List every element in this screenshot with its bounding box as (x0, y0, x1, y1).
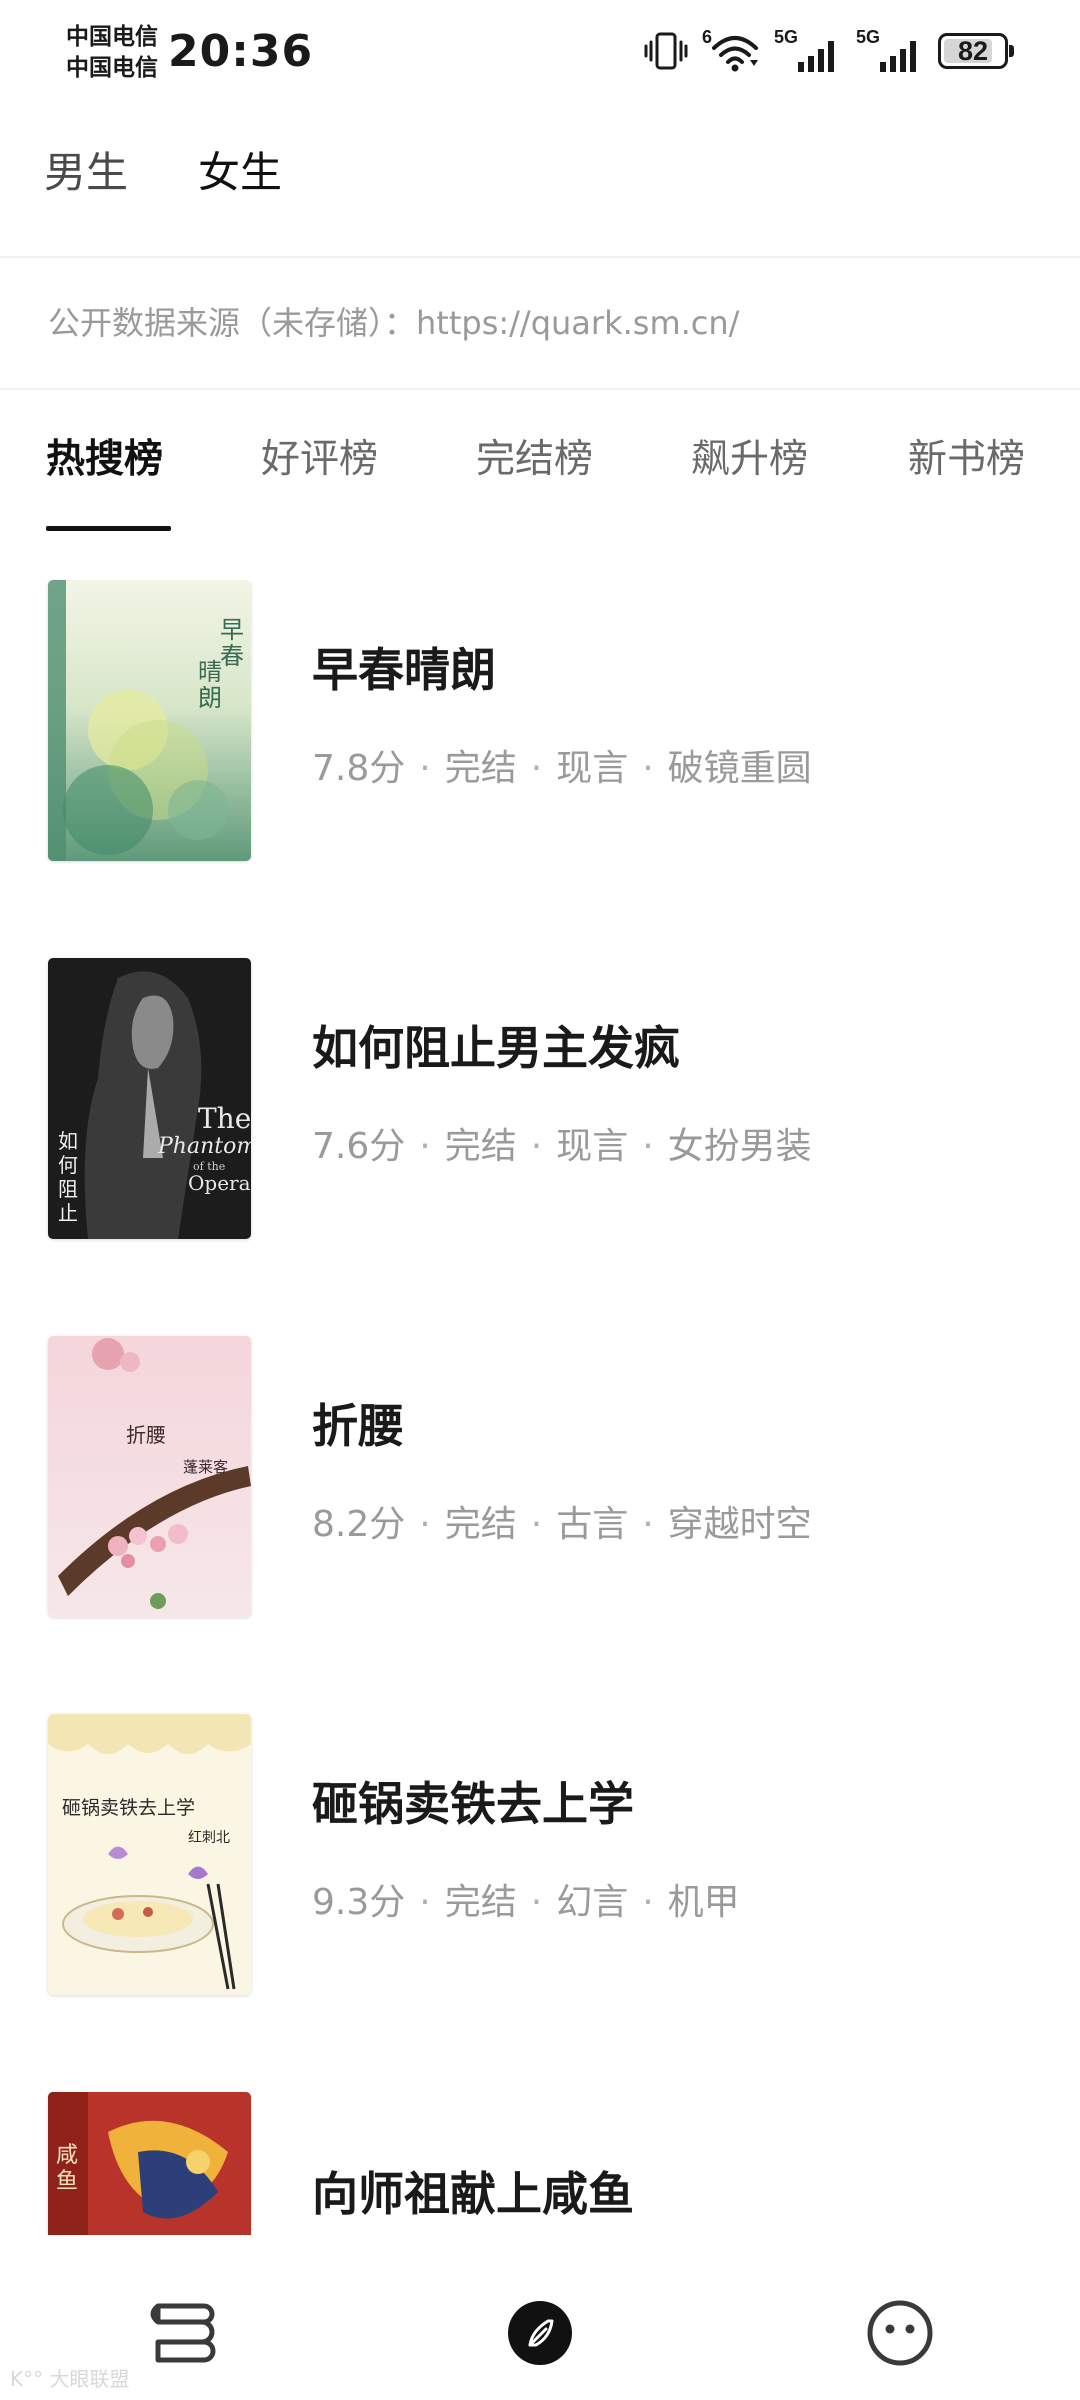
book-item[interactable]: 折腰 蓬莱客 折腰 8.2分 · 完结 · 古言 · 穿越时空 (0, 1336, 1080, 1636)
book-meta: 7.8分 · 完结 · 现言 · 破镜重圆 (312, 748, 812, 789)
status-icons: 6 5G 5G 82 (644, 26, 1014, 76)
watermark-logo-icon: K°° (10, 2367, 44, 2391)
book-item[interactable]: 早 春 晴 朗 早春晴朗 7.8分 · 完结 · 现言 · 破镜重圆 (0, 580, 1080, 880)
book-meta: 8.2分 · 完结 · 古言 · 穿越时空 (312, 1504, 812, 1545)
svg-text:鱼: 鱼 (56, 2169, 78, 2194)
svg-text:如: 如 (58, 1129, 78, 1153)
book-title[interactable]: 折腰 (312, 1394, 404, 1458)
signal-bars-icon (798, 41, 834, 72)
book-tag: 穿越时空 (667, 1504, 812, 1545)
svg-text:阻: 阻 (58, 1177, 78, 1201)
book-item[interactable]: 砸锅卖铁去上学 红刺北 砸锅卖铁去上学 9.3分 · 完结 · 幻言 · 机甲 (0, 1714, 1080, 2014)
book-title[interactable]: 早春晴朗 (312, 638, 496, 702)
book-category: 现言 (556, 748, 629, 789)
data-source-notice: 公开数据来源（未存储）：https://quark.sm.cn/ (48, 304, 740, 342)
carrier-labels: 中国电信 中国电信 (66, 22, 158, 84)
cover-art-xianyu: 咸 鱼 (48, 2092, 251, 2235)
book-title[interactable]: 如何阻止男主发疯 (312, 1016, 680, 1080)
book-item[interactable]: 咸 鱼 向师祖献上咸鱼 (0, 2092, 1080, 2235)
cover-en-title-2: Phantom (157, 1134, 251, 1159)
battery-indicator: 82 (938, 33, 1014, 69)
book-category: 现言 (556, 1126, 629, 1167)
tab-rising[interactable]: 飙升榜 (691, 430, 808, 490)
carrier-2-label: 中国电信 (66, 55, 158, 81)
cover-art-zheyao: 折腰 蓬莱客 (48, 1336, 251, 1617)
signal-bars-icon (880, 41, 916, 72)
svg-text:何: 何 (58, 1153, 78, 1177)
sim2-signal: 5G (856, 28, 924, 74)
book-cover[interactable]: 咸 鱼 (48, 2092, 251, 2235)
profile-face-icon (867, 2300, 933, 2366)
watermark: K°° 大眼联盟 (10, 2366, 129, 2392)
book-cover[interactable]: The Phantom of the Opera 如 何 阻 止 (48, 958, 251, 1239)
cover-en-title-4: Opera (188, 1171, 251, 1195)
book-score: 7.6分 (312, 1126, 406, 1167)
book-cover[interactable]: 早 春 晴 朗 (48, 580, 251, 861)
compass-icon (508, 2301, 572, 2365)
book-tag: 机甲 (667, 1882, 740, 1923)
svg-text:春: 春 (220, 642, 244, 670)
sim2-network-tag: 5G (856, 27, 881, 47)
battery-level: 82 (957, 36, 989, 66)
cover-art-early-spring: 早 春 晴 朗 (48, 580, 251, 861)
status-bar: 中国电信 中国电信 20:36 6 5G 5G 82 (0, 0, 1080, 104)
cover-title-text: 砸锅卖铁去上学 (62, 1797, 195, 1819)
svg-text:咸: 咸 (56, 2143, 78, 2168)
book-score: 9.3分 (312, 1882, 406, 1923)
svg-text:朗: 朗 (198, 684, 222, 712)
book-tag: 女扮男装 (667, 1126, 812, 1167)
book-score: 7.8分 (312, 748, 406, 789)
book-category: 幻言 (556, 1882, 629, 1923)
ranking-tabs: 热搜榜 好评榜 完结榜 飙升榜 新书榜 (46, 430, 1056, 531)
cover-en-title-1: The (198, 1102, 251, 1135)
svg-text:止: 止 (58, 1201, 78, 1225)
sim1-network-tag: 5G (774, 27, 799, 47)
book-cover[interactable]: 砸锅卖铁去上学 红刺北 (48, 1714, 251, 1995)
book-tag: 破镜重圆 (667, 748, 812, 789)
book-meta: 7.6分 · 完结 · 现言 · 女扮男装 (312, 1126, 812, 1167)
book-title[interactable]: 向师祖献上咸鱼 (312, 2162, 634, 2226)
book-item[interactable]: The Phantom of the Opera 如 何 阻 止 如何阻止男主发… (0, 958, 1080, 1258)
tab-new-books[interactable]: 新书榜 (908, 430, 1025, 490)
cover-art-phantom: The Phantom of the Opera 如 何 阻 止 (48, 958, 251, 1239)
svg-text:晴: 晴 (198, 658, 222, 686)
active-tab-indicator (46, 526, 171, 531)
book-list: 早 春 晴 朗 早春晴朗 7.8分 · 完结 · 现言 · 破镜重圆 The Phantom… (0, 580, 1080, 2235)
wifi-icon (712, 36, 758, 72)
nav-profile[interactable] (860, 2293, 940, 2373)
divider (0, 256, 1080, 258)
cover-title-text: 折腰 (126, 1423, 166, 1447)
cover-art-zaguo: 砸锅卖铁去上学 红刺北 (48, 1714, 251, 1995)
vibrate-icon (644, 32, 688, 70)
tab-male[interactable]: 男生 (44, 142, 128, 204)
bookshelf-icon (150, 2303, 216, 2363)
cover-title-text: 早 (220, 616, 244, 644)
tab-hot-search[interactable]: 热搜榜 (46, 430, 163, 490)
wifi-status: 6 (702, 28, 760, 74)
tab-completed[interactable]: 完结榜 (476, 430, 593, 490)
tab-female[interactable]: 女生 (198, 142, 282, 204)
tab-top-rated[interactable]: 好评榜 (261, 430, 378, 490)
book-status: 完结 (444, 1126, 517, 1167)
cover-author-text: 红刺北 (188, 1830, 230, 1846)
book-title[interactable]: 砸锅卖铁去上学 (312, 1772, 634, 1836)
book-status: 完结 (444, 1504, 517, 1545)
book-category: 古言 (556, 1504, 629, 1545)
carrier-1-label: 中国电信 (66, 24, 158, 50)
nav-discover[interactable] (500, 2293, 580, 2373)
watermark-text: 大眼联盟 (49, 2367, 130, 2391)
book-status: 完结 (444, 748, 517, 789)
status-time: 20:36 (168, 26, 314, 77)
nav-bookshelf[interactable] (140, 2293, 220, 2373)
book-cover[interactable]: 折腰 蓬莱客 (48, 1336, 251, 1617)
cover-author-text: 蓬莱客 (183, 1458, 228, 1476)
gender-tabs: 男生 女生 (44, 142, 282, 204)
book-status: 完结 (444, 1882, 517, 1923)
book-meta: 9.3分 · 完结 · 幻言 · 机甲 (312, 1882, 740, 1923)
book-score: 8.2分 (312, 1504, 406, 1545)
bottom-navigation (0, 2235, 1080, 2400)
divider (0, 388, 1080, 390)
sim1-signal: 5G (774, 28, 842, 74)
